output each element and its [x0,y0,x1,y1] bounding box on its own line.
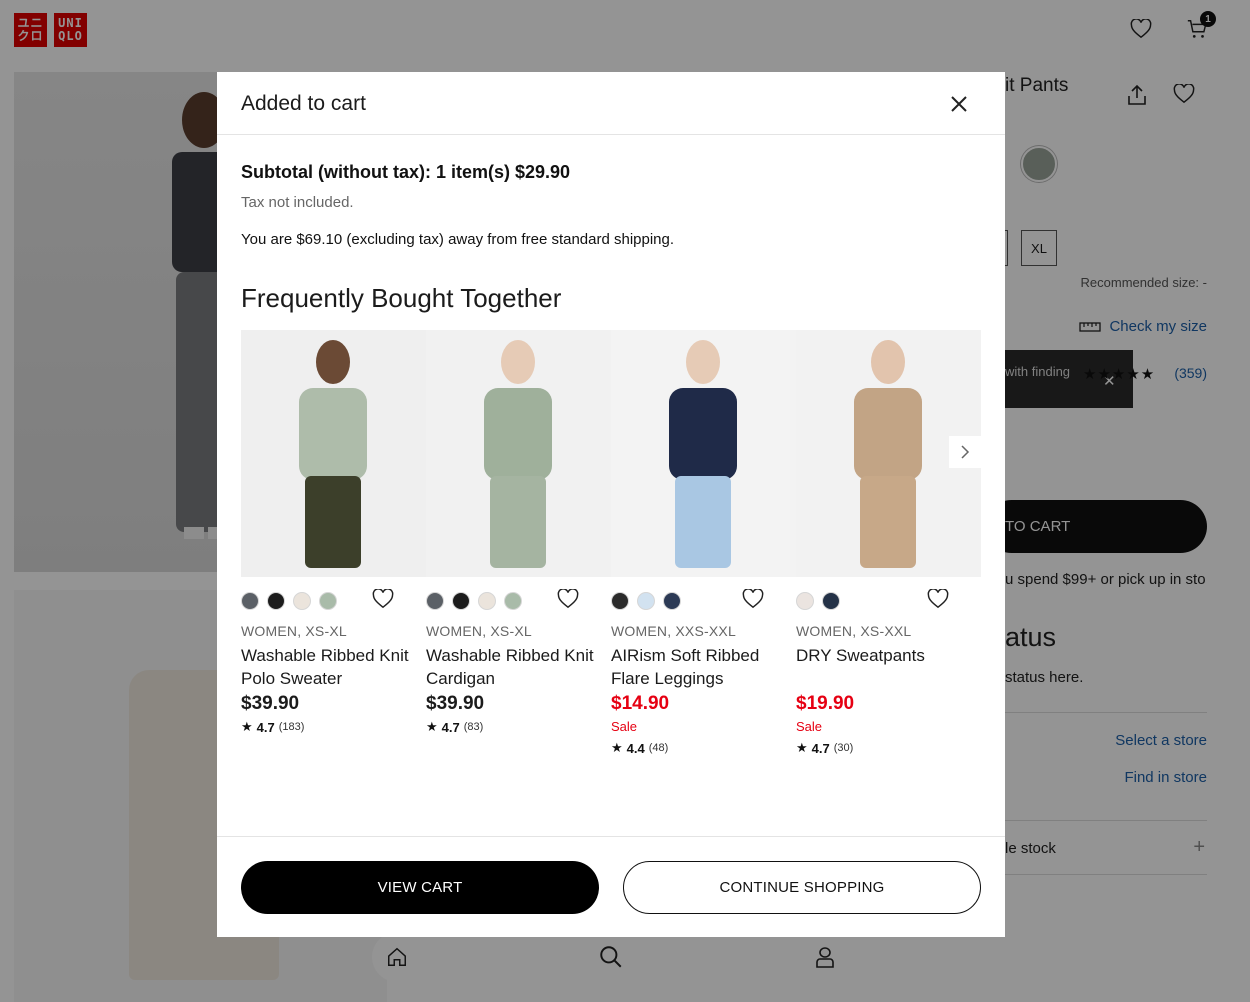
color-swatch[interactable] [293,592,311,610]
modal-footer: VIEW CART CONTINUE SHOPPING [217,836,1005,937]
rating-count: (30) [833,742,854,754]
star-icon: ★ [611,740,623,755]
rating-value: 4.7 [441,719,460,735]
star-icon: ★ [426,719,438,734]
color-swatch[interactable] [504,592,522,610]
color-swatch[interactable] [637,592,655,610]
product-card[interactable]: WOMEN, XXS-XXL AIRism Soft Ribbed Flare L… [611,330,796,760]
product-price: $14.90 [611,693,670,714]
product-rating: ★ 4.7 (30) [796,740,853,756]
modal-title: Added to cart [241,92,366,115]
color-swatch[interactable] [478,592,496,610]
color-swatch[interactable] [426,592,444,610]
favorite-heart-icon[interactable] [557,588,579,611]
color-swatch[interactable] [452,592,470,610]
cart-subtotal: Subtotal (without tax): 1 item(s) $29.90 [241,162,571,182]
added-to-cart-modal: Added to cart Subtotal (without tax): 1 … [217,72,1005,937]
favorite-heart-icon[interactable] [927,588,949,611]
sale-label: Sale [611,719,638,734]
recommendation-carousel: WOMEN, XS-XL Washable Ribbed Knit Polo Sw… [241,330,981,760]
free-shipping-note: You are $69.10 (excluding tax) away from… [241,231,675,248]
product-gender-size: WOMEN, XXS-XXL [611,623,736,639]
rating-count: (183) [278,721,305,733]
frequently-bought-together-heading: Frequently Bought Together [241,283,562,313]
product-price: $39.90 [241,693,300,714]
rating-count: (83) [463,721,484,733]
color-swatch[interactable] [241,592,259,610]
product-image[interactable] [426,330,611,577]
color-swatches [426,592,522,610]
product-image[interactable] [611,330,796,577]
product-price: $19.90 [796,693,855,714]
star-icon: ★ [796,740,808,755]
product-card[interactable]: WOMEN, XS-XXL DRY Sweatpants $19.90 Sale ★ 4.… [796,330,981,760]
close-icon[interactable] [947,92,971,116]
favorite-heart-icon[interactable] [372,588,394,611]
favorite-heart-icon[interactable] [742,588,764,611]
product-rating: ★ 4.4 (48) [611,740,668,756]
star-icon: ★ [241,719,253,734]
color-swatch[interactable] [796,592,814,610]
color-swatch[interactable] [663,592,681,610]
color-swatches [611,592,681,610]
product-price: $39.90 [426,693,485,714]
product-gender-size: WOMEN, XS-XL [241,623,347,639]
product-gender-size: WOMEN, XS-XXL [796,623,912,639]
color-swatches [241,592,337,610]
sale-label: Sale [796,719,823,734]
rating-value: 4.7 [256,719,275,735]
rating-value: 4.4 [626,740,645,756]
product-name[interactable]: AIRism Soft Ribbed Flare Leggings [611,644,781,690]
product-name[interactable]: Washable Ribbed Knit Cardigan [426,644,596,690]
color-swatch[interactable] [611,592,629,610]
product-name[interactable]: DRY Sweatpants [796,644,966,667]
product-gender-size: WOMEN, XS-XL [426,623,532,639]
product-rating: ★ 4.7 (183) [241,719,304,735]
view-cart-button[interactable]: VIEW CART [241,861,599,914]
modal-header: Added to cart [217,72,1005,135]
product-name[interactable]: Washable Ribbed Knit Polo Sweater [241,644,411,690]
continue-shopping-button[interactable]: CONTINUE SHOPPING [623,861,981,914]
color-swatch[interactable] [267,592,285,610]
color-swatches [796,592,840,610]
product-card[interactable]: WOMEN, XS-XL Washable Ribbed Knit Cardiga… [426,330,611,760]
color-swatch[interactable] [822,592,840,610]
color-swatch[interactable] [319,592,337,610]
rating-count: (48) [648,742,669,754]
rating-value: 4.7 [811,740,830,756]
product-card[interactable]: WOMEN, XS-XL Washable Ribbed Knit Polo Sw… [241,330,426,760]
carousel-next-chevron-icon[interactable] [949,436,981,468]
product-rating: ★ 4.7 (83) [426,719,483,735]
tax-note: Tax not included. [241,194,354,211]
product-image[interactable] [241,330,426,577]
